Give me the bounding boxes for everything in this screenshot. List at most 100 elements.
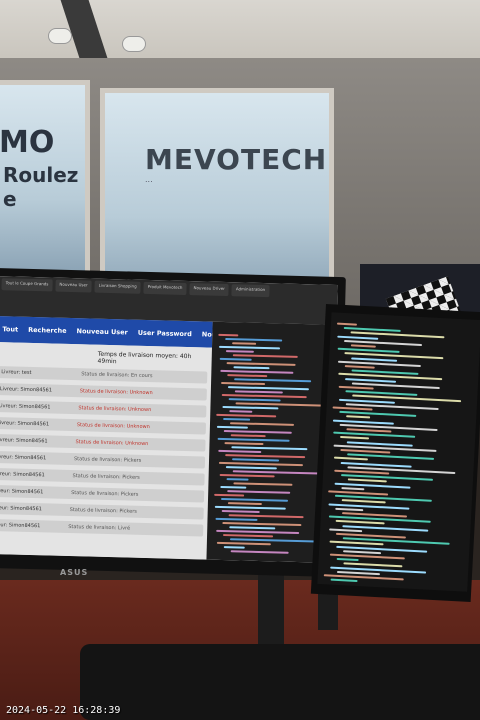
code-line xyxy=(230,434,266,438)
speaker-bar xyxy=(80,644,480,720)
browser-tab[interactable]: Nouveau User xyxy=(55,279,92,293)
code-line xyxy=(233,366,270,370)
window-center-logo: MEVOTECH xyxy=(145,143,328,176)
delivery-row[interactable]: Livreur: Simon84561 Status de livraison: … xyxy=(0,484,205,503)
delivery-row[interactable]: Livreur: Simon84561 Status de livraison: … xyxy=(0,416,207,435)
livreur-label: Livreur: Simon84561 xyxy=(0,403,51,411)
browser-tab[interactable]: Produit Mevotech xyxy=(143,281,187,295)
monitor-left-screen: Tout le Coupe Grands Nouveau User Livrai… xyxy=(0,276,338,563)
delivery-row[interactable]: Livreur: Simon84561 Status de livraison: … xyxy=(0,433,206,452)
browser-tab[interactable]: Tout le Coupe Grands xyxy=(1,278,53,292)
code-line xyxy=(227,502,262,506)
photo-timestamp: 2024-05-22 16:28:39 xyxy=(6,705,121,716)
code-line xyxy=(223,430,292,434)
code-line xyxy=(223,417,251,421)
browser-tab[interactable]: Livraison Shopping xyxy=(94,280,141,294)
code-line xyxy=(234,390,283,394)
code-line xyxy=(335,507,364,512)
code-line xyxy=(215,517,258,521)
nav-item-tout[interactable]: Tout xyxy=(2,325,18,333)
livreur-label: Livreur: Simon84561 xyxy=(0,420,50,428)
code-line xyxy=(330,578,358,583)
delivery-status: Status de livraison: Unknown xyxy=(76,422,150,431)
code-line xyxy=(336,322,358,326)
code-line xyxy=(229,526,276,530)
average-delivery-time: Temps de livraison moyen: 40h 49min xyxy=(97,350,192,366)
code-line xyxy=(225,466,277,470)
ceiling xyxy=(0,0,480,60)
delivery-status: Status de livraison: Unknown xyxy=(79,388,153,397)
delivery-row[interactable]: Livreur: test Status de livraison: En cou… xyxy=(0,366,208,384)
monitor-stand-left xyxy=(258,570,284,650)
window-left-slogan: Roulez e xyxy=(3,163,79,211)
delivery-list-page: Temps de livraison moyen: 40h 49min Livr… xyxy=(0,342,212,560)
delivery-status: Status de livraison: Unknown xyxy=(75,439,149,448)
code-line xyxy=(339,436,370,440)
code-line xyxy=(225,338,283,342)
delivery-row[interactable]: Livreur: Simon84561 Status de livraison: … xyxy=(0,467,205,486)
delivery-status: Status de livraison: En cours xyxy=(81,371,153,380)
code-line xyxy=(228,398,281,402)
nav-item-user-password[interactable]: User Password xyxy=(138,329,192,338)
monitor-brand-label: ASUS xyxy=(60,568,89,577)
code-line xyxy=(329,528,363,532)
code-line xyxy=(229,410,253,413)
code-line xyxy=(227,490,291,494)
code-line xyxy=(222,405,279,410)
code-line xyxy=(347,478,387,483)
security-camera-right xyxy=(122,36,146,52)
delivery-row[interactable]: Livreur: Simon84561 Status de livraison: … xyxy=(0,518,204,537)
window-center-subtitle: ... xyxy=(145,175,153,184)
code-line xyxy=(338,385,374,390)
delivery-row[interactable]: Livreur: Simon84561 Status de livraison: … xyxy=(0,501,204,520)
security-camera-left xyxy=(48,28,72,44)
code-line xyxy=(214,493,245,497)
code-line xyxy=(343,550,382,555)
code-line xyxy=(221,381,266,386)
code-line xyxy=(346,415,371,419)
browser-tab[interactable]: Administration xyxy=(231,284,270,298)
code-line xyxy=(219,357,252,361)
code-line xyxy=(218,345,281,350)
delivery-row[interactable]: Livreur: Simon84561 Status de livraison: … xyxy=(0,450,206,469)
window-left-logo: MO xyxy=(0,125,55,160)
nav-item-nouveau-user[interactable]: Nouveau User xyxy=(76,327,127,336)
code-line xyxy=(219,473,275,478)
delivery-status: Status de livraison: Livré xyxy=(68,523,131,532)
browser-tabs: Tout le Coupe Grands Nouveau User Livrai… xyxy=(1,278,337,299)
window-left: MO Roulez e xyxy=(0,80,90,280)
livreur-label: Livreur: Simon84561 xyxy=(0,470,45,479)
livreur-label: Livreur: Simon84561 xyxy=(0,386,53,394)
code-line xyxy=(341,499,386,504)
livreur-label: Livreur: Simon84561 xyxy=(0,504,42,513)
code-line xyxy=(227,374,268,378)
code-line xyxy=(232,354,298,358)
browser-tab[interactable]: Nouveau Driver xyxy=(189,283,229,297)
code-line xyxy=(226,478,249,481)
code-line xyxy=(218,449,262,454)
delivery-status: Status de livraison: Pickers xyxy=(69,507,137,515)
delivery-rows: Livreur: test Status de livraison: En cou… xyxy=(0,366,208,541)
code-line xyxy=(216,413,277,418)
monitor-right xyxy=(310,304,480,602)
code-line xyxy=(332,406,373,411)
delivery-row[interactable]: Livreur: Simon84561 Status de livraison: … xyxy=(0,400,207,418)
livreur-label: Livreur: Simon84561 xyxy=(0,487,44,496)
code-line xyxy=(232,342,257,345)
livreur-label: Livreur: Simon84561 xyxy=(0,454,47,462)
code-line xyxy=(337,335,379,340)
code-line xyxy=(225,350,254,353)
monitor-left: Tout le Coupe Grands Nouveau User Livrai… xyxy=(0,268,346,578)
code-line xyxy=(221,497,289,502)
livreur-label: Livreur: Simon84561 xyxy=(0,437,48,445)
code-line xyxy=(230,550,289,554)
delivery-row[interactable]: Livreur: Simon84561 Status de livraison: … xyxy=(0,383,207,401)
code-line xyxy=(336,558,359,562)
code-line xyxy=(224,442,264,446)
nav-item-recherche[interactable]: Recherche xyxy=(28,326,67,335)
code-line xyxy=(218,333,239,337)
code-line xyxy=(223,546,245,549)
code-line xyxy=(335,520,385,525)
code-line xyxy=(226,362,296,366)
delivery-status: Status de livraison: Pickers xyxy=(71,490,139,498)
